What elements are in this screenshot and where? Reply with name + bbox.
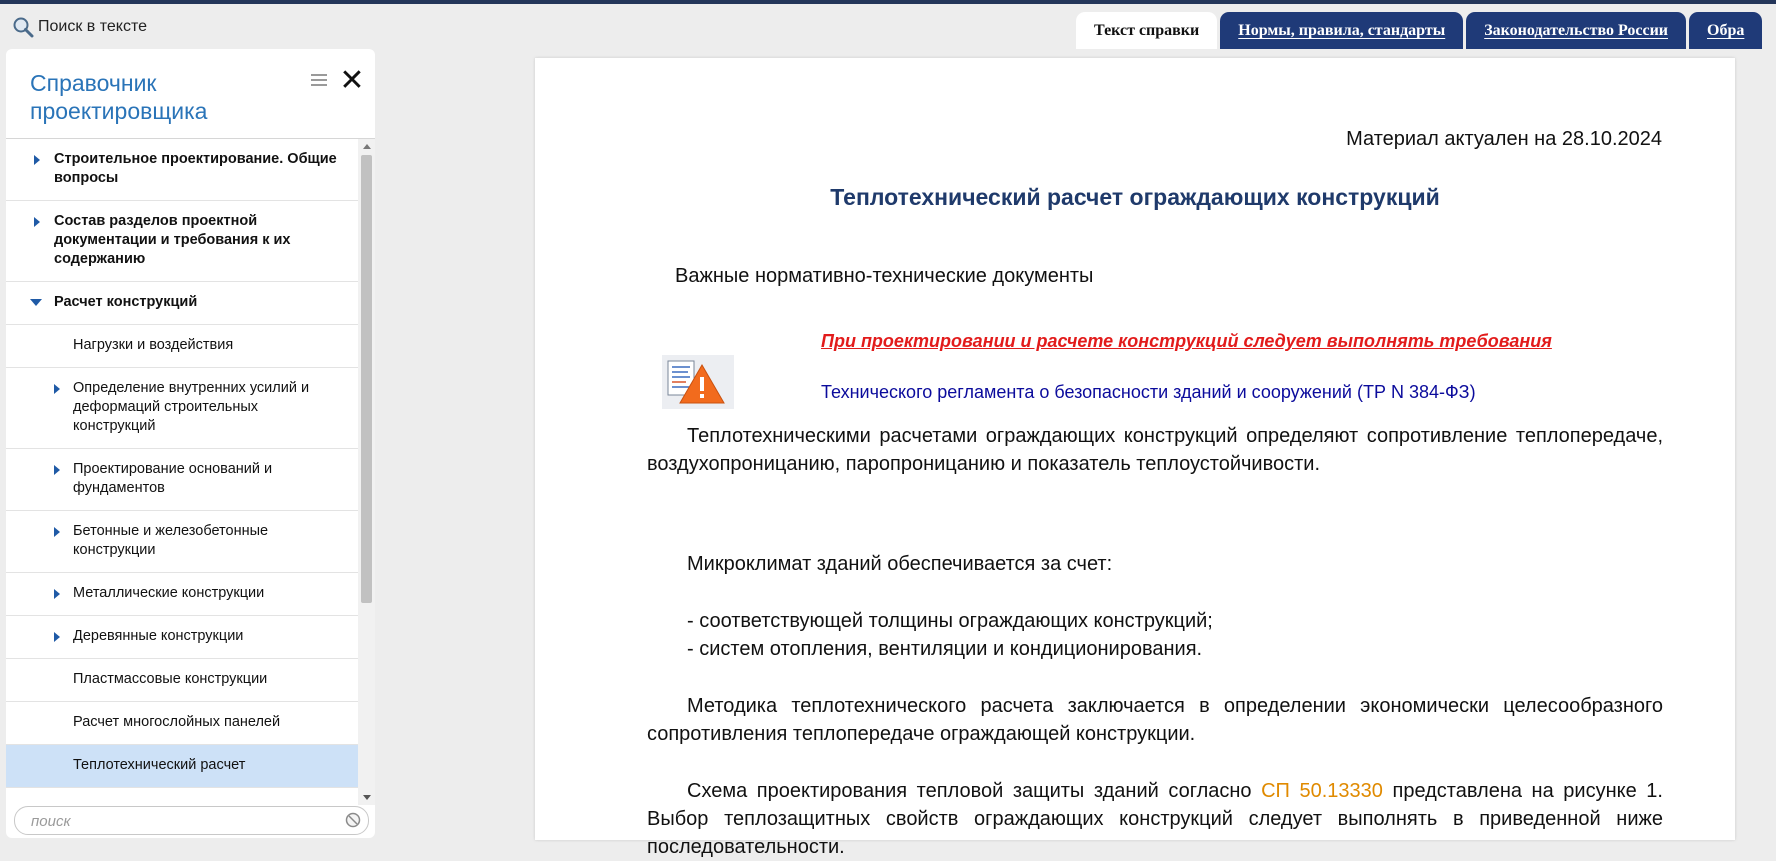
tab-norms-standards[interactable]: Нормы, правила, стандарты	[1220, 12, 1464, 49]
tab-help-text[interactable]: Текст справки	[1076, 12, 1218, 49]
sidebar-item-concrete[interactable]: Бетонные и железобетонные конструкции	[6, 511, 358, 573]
magnifier-icon	[12, 16, 34, 38]
scroll-up-arrow-icon[interactable]	[363, 144, 371, 149]
sidebar-scrollbar[interactable]	[358, 139, 375, 805]
expand-arrow-icon[interactable]	[54, 632, 60, 642]
sidebar-item-thermal-calculation[interactable]: Теплотехнический расчет	[6, 745, 358, 788]
reference-sidebar: Справочник проектировщика ✕ Строительное…	[6, 49, 375, 838]
document-page: Материал актуален на 28.10.2024 Теплотех…	[535, 58, 1735, 858]
sidebar-item-foundations[interactable]: Проектирование оснований и фундаментов	[6, 449, 358, 511]
sidebar-item-plastic[interactable]: Пластмассовые конструкции	[6, 659, 358, 702]
sidebar-item-label: Металлические конструкции	[73, 585, 265, 601]
expand-arrow-icon[interactable]	[54, 465, 60, 475]
paren-close: )	[1469, 382, 1476, 402]
technical-regulation-link[interactable]: Технического регламента о безопасности з…	[821, 382, 1352, 402]
clear-search-icon[interactable]	[345, 812, 361, 828]
sidebar-item-documentation-sections[interactable]: Состав разделов проектной документации и…	[6, 201, 358, 282]
paragraph-methodology: Методика теплотехнического расчета заклю…	[647, 695, 1663, 745]
list-item: - соответствующей толщины ограждающих ко…	[687, 610, 1213, 632]
sidebar-search-box	[14, 806, 369, 835]
sidebar-item-structural-calculation[interactable]: Расчет конструкций	[6, 282, 358, 325]
sidebar-item-label: Расчет конструкций	[54, 294, 198, 310]
sidebar-item-label: Проектирование оснований и фундаментов	[73, 461, 273, 496]
microclimate-list: - соответствующей толщины ограждающих ко…	[687, 607, 1213, 663]
sidebar-item-label: Пластмассовые конструкции	[73, 671, 268, 687]
search-in-text-label: Поиск в тексте	[38, 18, 147, 35]
sidebar-item-label: Определение внутренних усилий и деформац…	[73, 380, 310, 434]
tr-384-link[interactable]: ТР N 384-ФЗ	[1363, 382, 1470, 402]
sidebar-tree: Строительное проектирование. Общие вопро…	[6, 139, 358, 805]
expand-arrow-icon[interactable]	[54, 384, 60, 394]
technical-regulation-line: Технического регламента о безопасности з…	[821, 382, 1476, 403]
sidebar-item-label: Строительное проектирование. Общие вопро…	[54, 151, 337, 186]
paragraph-text: Схема проектирования тепловой защиты зда…	[687, 780, 1262, 802]
search-in-text-button[interactable]: Поиск в тексте	[12, 16, 147, 38]
paragraph-thermal-calculations: Теплотехническими расчетами ограждающих …	[647, 425, 1663, 475]
expand-arrow-icon[interactable]	[34, 217, 40, 227]
sidebar-item-multilayer-panels[interactable]: Расчет многослойных панелей	[6, 702, 358, 745]
tab-russian-legislation[interactable]: Законодательство России	[1466, 12, 1686, 49]
sidebar-item-label: Теплотехнический расчет	[73, 757, 246, 773]
sidebar-item-loads[interactable]: Нагрузки и воздействия	[6, 325, 358, 368]
sidebar-item-label: Состав разделов проектной документации и…	[54, 213, 291, 267]
collapse-arrow-icon[interactable]	[30, 299, 42, 306]
sidebar-item-metal[interactable]: Металлические конструкции	[6, 573, 358, 616]
sidebar-item-label: Бетонные и железобетонные конструкции	[73, 523, 269, 558]
paren-open: (	[1351, 382, 1363, 402]
material-date: Материал актуален на 28.10.2024	[1346, 128, 1662, 150]
top-toolbar: Поиск в тексте Текст справки Нормы, прав…	[0, 4, 1776, 49]
expand-arrow-icon[interactable]	[54, 527, 60, 537]
expand-arrow-icon[interactable]	[54, 589, 60, 599]
important-documents-heading: Важные нормативно-технические документы	[675, 265, 1094, 287]
sidebar-item-general-questions[interactable]: Строительное проектирование. Общие вопро…	[6, 139, 358, 201]
close-icon[interactable]: ✕	[338, 66, 366, 96]
tab-bar: Текст справки Нормы, правила, стандарты …	[1076, 12, 1763, 50]
paragraph-microclimate: Микроклимат зданий обеспечивается за сче…	[687, 553, 1113, 575]
list-item: - систем отопления, вентиляции и кондици…	[687, 638, 1203, 660]
sidebar-item-wooden[interactable]: Деревянные конструкции	[6, 616, 358, 659]
sidebar-item-label: Расчет многослойных панелей	[73, 714, 281, 730]
sidebar-item-internal-forces[interactable]: Определение внутренних усилий и деформац…	[6, 368, 358, 449]
scroll-down-arrow-icon[interactable]	[363, 795, 371, 800]
paragraph-design-scheme: Схема проектирования тепловой защиты зда…	[647, 777, 1663, 861]
sidebar-title: Справочник проектировщика	[30, 70, 208, 124]
scrollbar-thumb[interactable]	[361, 155, 372, 603]
sidebar-item-label: Нагрузки и воздействия	[73, 337, 234, 353]
expand-arrow-icon[interactable]	[34, 155, 40, 165]
document-title: Теплотехнический расчет ограждающих конс…	[830, 184, 1440, 210]
requirements-warning-link[interactable]: При проектировании и расчете конструкций…	[821, 331, 1552, 352]
sp-50-13330-link[interactable]: СП 50.13330	[1261, 780, 1383, 802]
sidebar-item-label: Деревянные конструкции	[73, 628, 244, 644]
sidebar-search-input[interactable]	[29, 810, 333, 832]
tab-samples[interactable]: Обра	[1689, 12, 1763, 49]
menu-icon[interactable]	[311, 74, 327, 90]
warning-document-icon	[662, 355, 734, 409]
